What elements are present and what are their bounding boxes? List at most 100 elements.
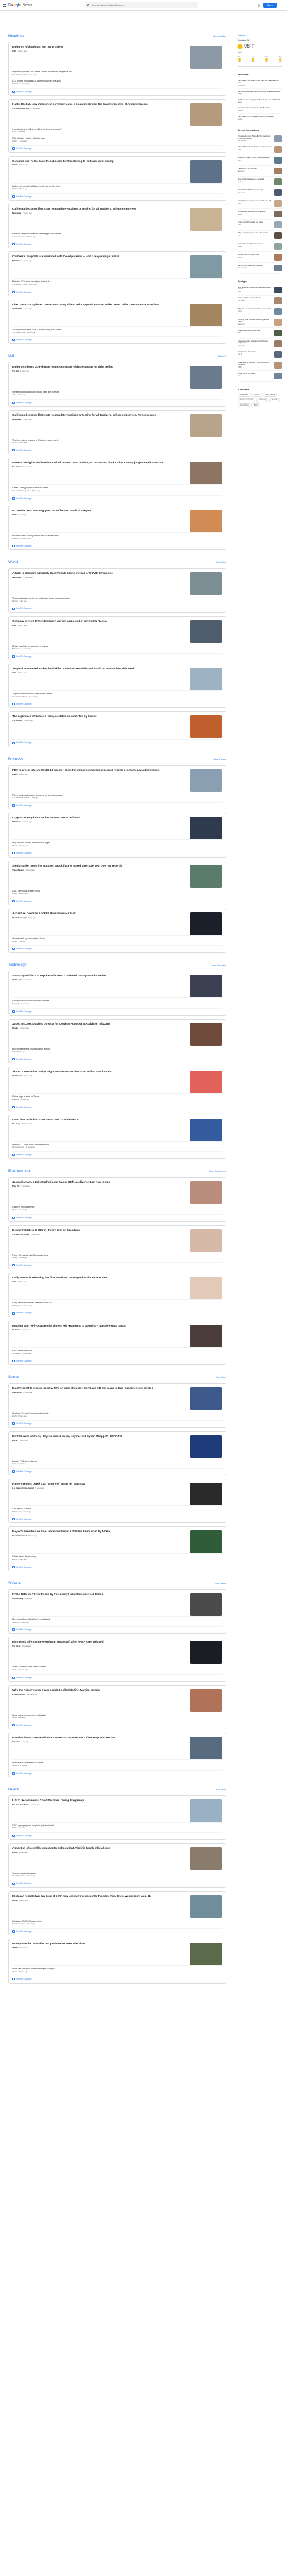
more-section-link[interactable]: More Entertainment (209, 1170, 226, 1172)
full-coverage-link[interactable]: View Full Coverage (12, 1103, 222, 1108)
related-headline[interactable]: MGK debuts new look (12, 1350, 222, 1353)
related-story[interactable]: Swipe Night is back on Tinder Engadget · … (12, 1093, 222, 1102)
full-coverage-link[interactable]: View Full Coverage (12, 1357, 222, 1362)
story-main[interactable]: Samsung Within iOS support with Wear OS-… (12, 975, 222, 998)
related-story[interactable]: Hochul says she will serve with 'a fresh… (12, 125, 222, 135)
related-headline[interactable]: Dolly Parton and James Patterson team up (12, 1302, 222, 1304)
story-thumbnail[interactable] (190, 255, 222, 279)
story-thumbnail[interactable] (190, 413, 222, 437)
sidebar-story-thumbnail[interactable] (274, 264, 282, 271)
story-source[interactable]: The Hill (12, 370, 19, 372)
related-headline[interactable]: Afghan mayor says she awaits Taliban 'to… (12, 71, 222, 74)
sidebar-story-title[interactable]: The women who flew through the Great Dep… (238, 340, 272, 345)
related-story[interactable]: Pediatric ICUs near capacity in the Sout… (12, 278, 222, 287)
story-thumbnail[interactable] (190, 1022, 222, 1046)
story-main[interactable]: Why the Perseverance rover couldn't coll… (12, 1688, 222, 1712)
story-headline[interactable]: Kathy Hochul, New York's next governor, … (12, 103, 186, 106)
story-source[interactable]: MLive (12, 1899, 18, 1901)
story-thumbnail[interactable] (190, 1847, 222, 1870)
related-headline[interactable]: Funny Girl revival sets Broadway dates (12, 1254, 222, 1257)
story-headline[interactable]: Tinder's interactive 'Swipe Night' stori… (12, 1071, 186, 1074)
story-thumbnail[interactable] (190, 1688, 222, 1712)
related-story[interactable]: Dow, S&P close at fresh highs CNBC · 12 h… (12, 887, 222, 897)
story-headline[interactable]: Almost all of us will be exposed to Delt… (12, 1847, 186, 1850)
section-title[interactable]: Business (8, 757, 23, 762)
related-story[interactable]: Roscosmos comments on SpaceX Gizmodo · 1 … (12, 1759, 222, 1768)
sidebar-story[interactable]: Drinking Less Tequila Is Becoming a New … (238, 317, 282, 328)
story-headline[interactable]: Beanie Feldstein to Star in 'Funny Girl'… (12, 1229, 186, 1232)
story-thumbnail[interactable] (190, 462, 222, 485)
related-headline[interactable]: Celebrity split confirmed (12, 1206, 222, 1209)
topic-chip[interactable]: Tropical Storm Fred (238, 398, 255, 402)
story-main[interactable]: The nightmare of Greece's fires, as stat… (12, 715, 222, 739)
story-source[interactable]: The Verge (12, 1645, 20, 1647)
story-thumbnail[interactable] (190, 509, 222, 532)
story-headline[interactable]: Biden on Afghanistan: Not my problem (12, 46, 186, 49)
related-story[interactable]: Funny Girl revival sets Broadway dates Va… (12, 1251, 222, 1261)
related-story[interactable]: Carr sits out practice Raiders.com · 6 ho… (12, 1505, 222, 1515)
story-main[interactable]: California becomes first state to mandat… (12, 413, 222, 437)
related-headline[interactable]: Cowboys' Prescott has strained shoulder (12, 1412, 222, 1415)
fact_check-heading[interactable]: Fact check (238, 74, 282, 76)
story-main[interactable]: Mosquitoes in Louisville test positive f… (12, 1943, 222, 1966)
full-coverage-link[interactable]: View Full Coverage (12, 1214, 222, 1219)
full-coverage-link[interactable]: View Full Coverage (12, 739, 222, 744)
sidebar-story[interactable]: How and when to watch the Perseid meteor… (238, 285, 282, 296)
related-headline[interactable]: McConnell says Republicans won't vote on… (12, 185, 222, 188)
story-main[interactable]: Biden dismisses GOP threats to not coope… (12, 366, 222, 389)
story-headline[interactable]: Germany arrests British Embassy worker s… (12, 620, 186, 624)
full-coverage-link[interactable]: View Full Coverage (12, 1420, 222, 1425)
story-headline[interactable]: Cryptocurrency heist hacker returns $260… (12, 817, 186, 820)
story-source[interactable]: Popular Science (12, 1693, 25, 1695)
story-thumbnail[interactable] (190, 366, 222, 389)
related-story[interactable]: Afghan mayor says she awaits Taliban 'to… (12, 69, 222, 78)
story-thumbnail[interactable] (190, 572, 222, 595)
related-story[interactable]: CDC urges pregnant people to get vaccina… (12, 1822, 222, 1831)
related-headline[interactable]: British man held on suspicion of spying (12, 645, 222, 648)
related-headline[interactable]: West Nile found in Louisville mosquito s… (12, 1968, 222, 1971)
related-headline[interactable]: Tropical Depression Six forms in the Atl… (12, 693, 222, 696)
full-coverage-link[interactable]: View Full Coverage (12, 897, 222, 902)
section-title[interactable]: World (8, 560, 18, 565)
related-headline[interactable]: Galaxy Watch 4 won't work with iPhones (12, 1000, 222, 1003)
sidebar-story-title[interactable]: Inside a Delta variant outbreak (238, 297, 272, 300)
story-thumbnail[interactable] (190, 1435, 222, 1458)
related-story[interactable]: Texas governor asks court to block count… (12, 326, 222, 335)
story-main[interactable]: FDA to reveal info on COVID-19 booster s… (12, 769, 222, 792)
story-thumbnail[interactable] (190, 46, 222, 69)
story-source[interactable]: BankInfoSecurity (12, 916, 27, 919)
weather-widget[interactable]: Weather Scottsdale, AZ 96°F Sunny Thu 106° Fri… (238, 34, 282, 67)
story-thumbnail[interactable] (190, 1530, 222, 1554)
full-coverage-link[interactable]: View Full Coverage (12, 193, 222, 198)
story-headline[interactable]: Live COVID-19 updates: Teens, Gov. Greg … (12, 304, 186, 307)
sidebar-story[interactable]: Teachers are burned out The Hill (238, 349, 282, 360)
related-headline[interactable]: Pfizer, Moderna boosters approved for so… (12, 794, 222, 797)
search-input[interactable]: Search for topics, locations & sources (92, 4, 124, 6)
story-source[interactable]: ESPN (12, 1439, 17, 1441)
story-thumbnail[interactable] (190, 1895, 222, 1918)
story-headline[interactable]: U.S.C. Recommends Covid Vaccines During … (12, 1799, 186, 1803)
hamburger-menu-icon[interactable] (3, 4, 6, 7)
sidebar-story-thumbnail[interactable] (274, 232, 282, 239)
related-headline[interactable]: SpaceX defends lunar lander contract (12, 1666, 222, 1669)
story-main[interactable]: Kathy Hochul, New York's next governor, … (12, 103, 222, 126)
related-story[interactable]: Celebrity split confirmed People · 5 hour… (12, 1204, 222, 1213)
story-main[interactable]: Baylor's Penalties for Rule Violations U… (12, 1530, 222, 1554)
story-headline[interactable]: Protect the rights and freedoms of all T… (12, 462, 186, 465)
story-source[interactable]: TechCrunch (12, 1074, 22, 1077)
story-thumbnail[interactable] (190, 1277, 222, 1300)
sidebar-story-title[interactable]: A new life for old plastic (238, 372, 272, 375)
more-section-link[interactable]: More Health (216, 1789, 226, 1791)
full-coverage-link[interactable]: View Full Coverage (12, 447, 222, 452)
sidebar-story[interactable]: Did Texas Gov. Greg Abbott Test Positive… (238, 97, 282, 106)
full-coverage-link[interactable]: View Full Coverage (12, 1976, 222, 1981)
story-source[interactable]: The Verge (12, 1123, 20, 1125)
sidebar-story-title[interactable]: 'I'm a single mom': The toll of the pand… (238, 135, 272, 140)
sidebar-story-thumbnail[interactable] (274, 189, 282, 196)
related-story[interactable]: Windows 11 Start menu restored by mod Win… (12, 1141, 222, 1150)
section-title[interactable]: Sports (8, 1375, 19, 1380)
search-box[interactable]: Search for topics, locations & sources (85, 2, 198, 8)
search-icon[interactable] (87, 3, 89, 6)
related-story[interactable]: Mars rock crumbles before collection NASA… (12, 1711, 222, 1721)
story-headline[interactable]: Samsung Within iOS support with Wear OS-… (12, 975, 186, 978)
